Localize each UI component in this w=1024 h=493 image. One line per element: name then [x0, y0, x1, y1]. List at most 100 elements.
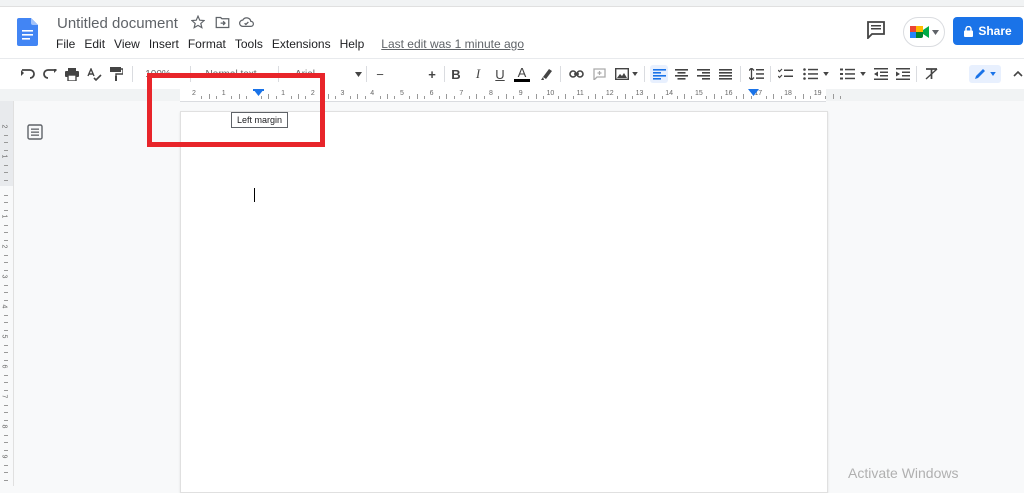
menu-edit[interactable]: Edit [84, 37, 105, 51]
redo-icon[interactable] [42, 65, 58, 83]
menu-tools[interactable]: Tools [235, 37, 263, 51]
ruler-number: 19 [813, 90, 822, 97]
ruler-number: 13 [635, 90, 644, 97]
toolbar-separator [770, 66, 771, 82]
menu-insert[interactable]: Insert [149, 37, 179, 51]
insert-image-icon[interactable] [613, 65, 639, 83]
insert-link-icon[interactable] [567, 65, 585, 83]
text-color-button[interactable]: A [514, 65, 530, 82]
vertical-ruler-tick [4, 239, 8, 241]
header: Untitled document File Edit View Insert … [0, 0, 1024, 58]
menu-help[interactable]: Help [340, 37, 365, 51]
ruler-tick [810, 96, 812, 99]
decrease-font-size-button[interactable]: − [372, 65, 388, 83]
font-dropdown-chevron-icon[interactable] [352, 65, 364, 83]
meet-icon [909, 26, 929, 38]
vertical-ruler-tick [4, 442, 8, 443]
ruler-tick [453, 96, 455, 99]
toolbar-separator [132, 66, 133, 82]
underline-button[interactable]: U [492, 65, 508, 83]
numbered-list-icon[interactable] [837, 65, 869, 83]
vertical-ruler-tick [4, 434, 8, 436]
move-folder-icon[interactable] [214, 14, 230, 30]
toolbar-separator [560, 66, 561, 82]
ruler-tick [684, 94, 686, 99]
vertical-ruler-margin [0, 101, 13, 186]
justify-icon[interactable] [717, 65, 733, 83]
vertical-ruler-number: 5 [0, 334, 8, 339]
document-outline-icon[interactable] [27, 124, 43, 140]
title-actions [190, 14, 254, 30]
line-spacing-icon[interactable] [747, 65, 765, 83]
ruler-tick [721, 96, 723, 99]
menu-format[interactable]: Format [188, 37, 226, 51]
undo-icon[interactable] [20, 65, 36, 83]
vertical-ruler-tick [4, 269, 8, 271]
vertical-ruler-tick [4, 172, 8, 173]
chevron-down-icon [931, 29, 939, 35]
vertical-ruler-number: 7 [0, 394, 8, 399]
clear-formatting-icon[interactable] [923, 65, 939, 83]
print-icon[interactable] [64, 65, 80, 83]
vertical-ruler-number: 8 [0, 424, 8, 429]
ruler-number: 10 [546, 90, 555, 97]
activate-windows-watermark: Activate Windows [848, 465, 959, 481]
align-left-icon[interactable] [650, 65, 668, 83]
meet-button[interactable] [903, 17, 945, 47]
vertical-ruler-tick [4, 299, 8, 301]
editing-mode-button[interactable] [969, 65, 1001, 83]
document-title[interactable]: Untitled document [57, 15, 178, 32]
paint-format-icon[interactable] [108, 65, 124, 83]
decrease-indent-icon[interactable] [873, 65, 889, 83]
ruler-tick [602, 96, 604, 99]
last-edit-link[interactable]: Last edit was 1 minute ago [381, 37, 524, 51]
vertical-ruler-tick [4, 419, 8, 421]
vertical-ruler-tick [4, 329, 8, 331]
menu-file[interactable]: File [56, 37, 75, 51]
bulleted-list-icon[interactable] [800, 65, 832, 83]
vertical-ruler-tick [4, 322, 8, 323]
vertical-ruler-number: 1 [0, 214, 8, 219]
vertical-ruler-tick [4, 314, 8, 316]
vertical-ruler-tick [4, 224, 8, 226]
highlight-color-icon[interactable] [538, 65, 554, 83]
browser-strip [0, 0, 1024, 7]
align-center-icon[interactable] [673, 65, 689, 83]
ruler-tick [736, 96, 738, 99]
vertical-ruler-tick [4, 254, 8, 256]
ruler-tick [773, 94, 775, 99]
toolbar-separator [366, 66, 367, 82]
increase-font-size-button[interactable]: + [424, 65, 440, 83]
ruler-tick [439, 96, 441, 99]
menu-extensions[interactable]: Extensions [272, 37, 331, 51]
highlight-annotation-box [147, 73, 325, 147]
ruler-tick [528, 96, 530, 99]
spellcheck-icon[interactable] [86, 65, 102, 83]
align-right-icon[interactable] [695, 65, 711, 83]
ruler-tick [654, 94, 656, 99]
vertical-ruler-tick [4, 472, 8, 473]
cloud-status-icon[interactable] [238, 14, 254, 30]
vertical-ruler-tick [4, 149, 8, 151]
ruler-tick [632, 96, 634, 99]
italic-button[interactable]: I [470, 65, 486, 83]
ruler-tick [409, 96, 411, 99]
ruler-tick [743, 94, 745, 99]
document-page[interactable] [180, 111, 828, 493]
menu-view[interactable]: View [114, 37, 140, 51]
add-comment-icon[interactable] [591, 65, 607, 83]
increase-indent-icon[interactable] [895, 65, 911, 83]
bold-button[interactable]: B [448, 65, 464, 83]
docs-logo-icon[interactable] [17, 18, 38, 46]
comment-history-icon[interactable] [866, 21, 886, 39]
vertical-ruler-tick [4, 209, 8, 211]
collapse-toolbar-icon[interactable] [1012, 65, 1024, 83]
star-icon[interactable] [190, 14, 206, 30]
ruler-tick [706, 96, 708, 99]
checklist-icon[interactable] [776, 65, 794, 83]
ruler-number: 5 [399, 90, 404, 97]
vertical-ruler-number: 2 [0, 244, 8, 249]
share-button[interactable]: Share [953, 17, 1023, 45]
right-indent-marker-icon[interactable] [748, 89, 759, 97]
vertical-ruler[interactable]: 2 1 1 2 3 4 5 6 7 8 9 [0, 101, 14, 486]
